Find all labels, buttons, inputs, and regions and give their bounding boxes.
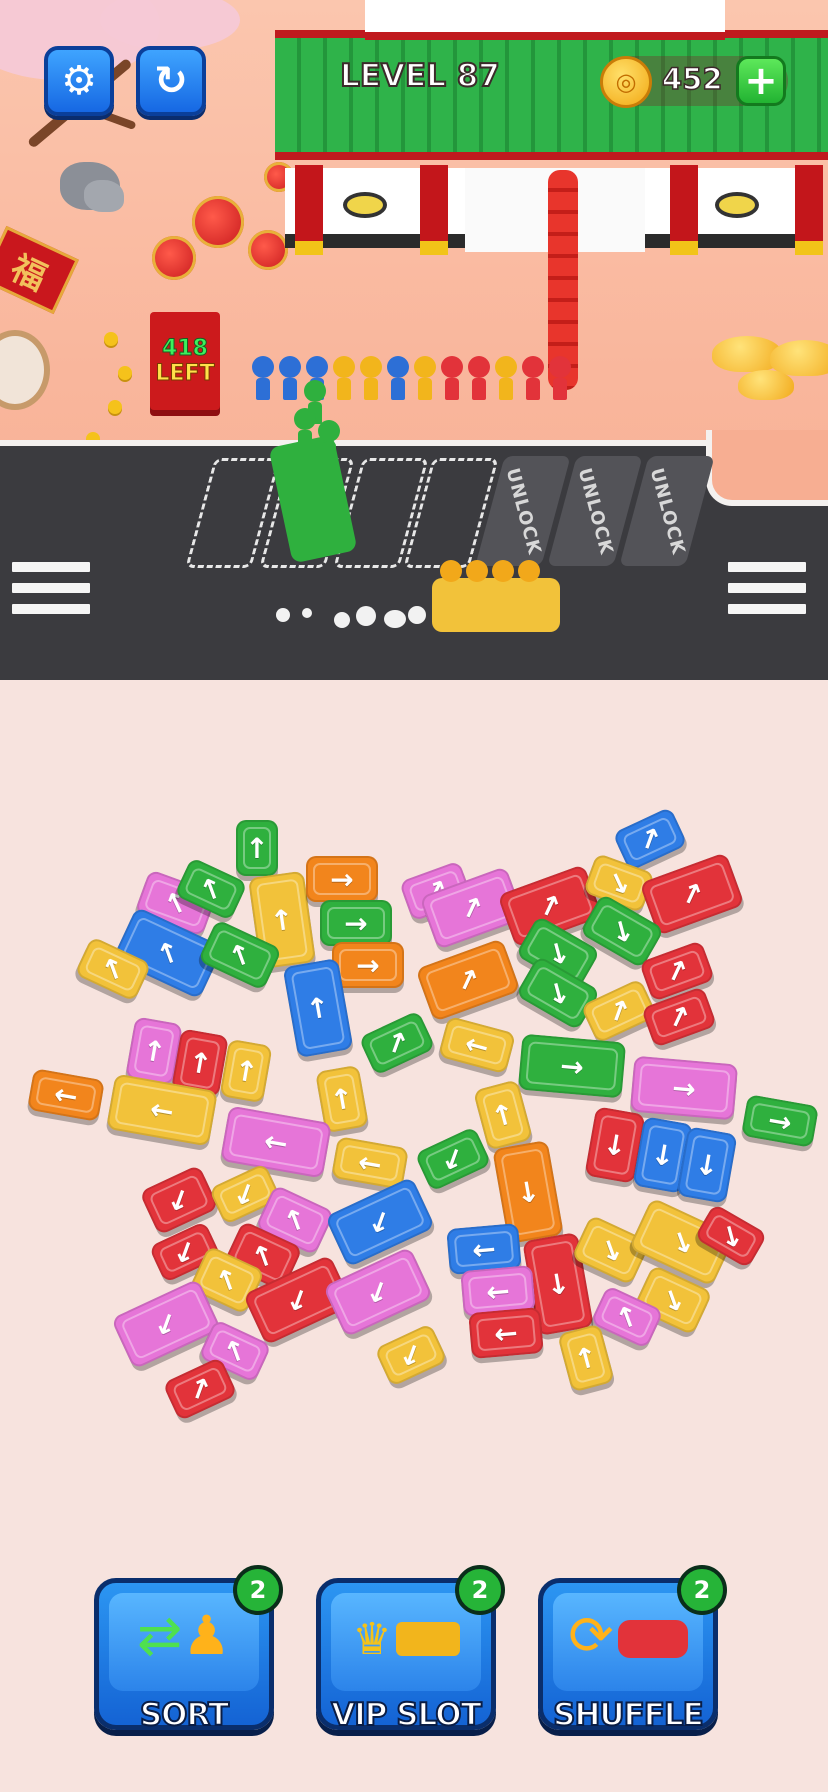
vehicle-car[interactable]: → (740, 1094, 820, 1148)
passenger (549, 356, 571, 400)
shuffle-car-icon: ⟳ (543, 1609, 713, 1663)
passenger (466, 560, 488, 604)
temple-pillar (670, 165, 698, 255)
passenger (495, 356, 517, 400)
vehicle-bus[interactable]: ↙ (324, 1176, 436, 1268)
sort-person-icon: ⇄♟ (137, 1604, 231, 1667)
lantern (152, 236, 196, 280)
vehicle-van[interactable]: → (320, 900, 392, 946)
vehicle-van[interactable]: ↓ (676, 1126, 738, 1204)
passenger (440, 560, 462, 604)
passenger (252, 356, 274, 400)
coin-icon: ◎ (600, 56, 652, 108)
coin-decoration (108, 400, 122, 414)
add-coins-button[interactable]: + (736, 56, 786, 106)
vehicle-car[interactable]: ↑ (556, 1323, 616, 1393)
shuffle-count-badge: 2 (677, 1565, 727, 1615)
exhaust-puff (356, 606, 376, 626)
road-marking-right (728, 562, 806, 624)
remaining-counter: 418 LEFT (150, 312, 220, 410)
exhaust-puff (408, 606, 426, 624)
passenger (360, 356, 382, 400)
vehicle-car[interactable]: ← (437, 1015, 517, 1075)
passenger (387, 356, 409, 400)
exhaust-puff (334, 612, 350, 628)
vehicle-bus[interactable]: ↙ (322, 1246, 434, 1338)
road-marking-left (12, 562, 90, 624)
vehicle-van[interactable]: ← (468, 1306, 544, 1360)
remaining-label: LEFT (155, 361, 215, 387)
temple-roof-top (365, 0, 725, 40)
passenger (492, 560, 514, 604)
gong (343, 192, 387, 218)
plus-icon: + (744, 58, 778, 104)
vehicle-van[interactable]: ↙ (138, 1164, 220, 1236)
shuffle-booster-button[interactable]: ⟳ 2 SHUFFLE (538, 1565, 727, 1734)
vehicle-car[interactable]: ← (26, 1068, 106, 1122)
passenger (441, 356, 463, 400)
temple-pillar (295, 165, 323, 255)
passenger (333, 356, 355, 400)
restart-button[interactable]: ↻ (136, 46, 206, 116)
passenger (294, 408, 316, 452)
vip-slot-booster-button[interactable]: ♛ 2 VIP SLOT (316, 1565, 505, 1734)
exhaust-puff (302, 608, 312, 618)
sort-count-badge: 2 (233, 1565, 283, 1615)
vip-slot-count-badge: 2 (455, 1565, 505, 1615)
refresh-icon: ↻ (154, 58, 188, 104)
vehicle-car[interactable]: ↙ (374, 1322, 448, 1388)
vip-bus-icon: ♛ (321, 1609, 491, 1663)
passenger (318, 420, 340, 464)
passenger (279, 356, 301, 400)
gold-ingot (770, 340, 828, 376)
vehicle-bus[interactable]: → (629, 1055, 739, 1121)
remaining-count: 418 (162, 336, 209, 362)
temple-pillar (420, 165, 448, 255)
vehicle-car[interactable]: ↑ (219, 1038, 273, 1104)
curb (706, 430, 828, 506)
passenger (468, 356, 490, 400)
vehicle-van[interactable]: → (332, 942, 404, 988)
coin-balance: 452 (661, 61, 723, 97)
settings-button[interactable]: ⚙ (44, 46, 114, 116)
coin-decoration (104, 332, 118, 346)
shuffle-label: SHUFFLE (552, 1696, 705, 1734)
dumpling-basket (0, 330, 50, 410)
gold-ingot (738, 370, 794, 400)
level-title: LEVEL 87 (339, 57, 501, 95)
vehicle-car[interactable]: ↑ (472, 1079, 534, 1151)
vehicle-bus[interactable]: ↗ (415, 937, 521, 1023)
sort-booster-button[interactable]: ⇄♟ 2 SORT (94, 1565, 283, 1734)
fu-banner: 福 (0, 225, 79, 315)
vehicle-car[interactable]: ↙ (414, 1126, 492, 1192)
vehicle-van[interactable]: → (306, 856, 378, 902)
sort-label: SORT (139, 1696, 230, 1734)
vehicle-car[interactable]: ↑ (236, 820, 278, 876)
vip-slot-label: VIP SLOT (330, 1696, 483, 1734)
passenger (522, 356, 544, 400)
vehicle-lot: ↑ ↗ ↖ ↖ ↑ → → → ↗ ↗ ↗ ↘ ↗ ↖ ↖ ↖ ↘ ↘ ↗ ↘ … (0, 680, 828, 1540)
temple-pillar (795, 165, 823, 255)
passenger (414, 356, 436, 400)
exhaust-puff (276, 608, 290, 622)
vehicle-bus[interactable]: → (517, 1033, 627, 1099)
passenger (518, 560, 540, 604)
gong (715, 192, 759, 218)
coin-decoration (118, 366, 132, 380)
lantern (192, 196, 244, 248)
vehicle-bus[interactable]: ← (219, 1105, 333, 1179)
vehicle-car[interactable]: ↗ (358, 1010, 436, 1076)
game-scene: 福 418 LEFT UNLOCK UNLOCK UNLOCK ⚙ ↻ LEVE… (0, 0, 828, 680)
rock (84, 180, 124, 212)
exhaust-puff (384, 610, 406, 628)
gear-icon: ⚙ (61, 58, 97, 104)
